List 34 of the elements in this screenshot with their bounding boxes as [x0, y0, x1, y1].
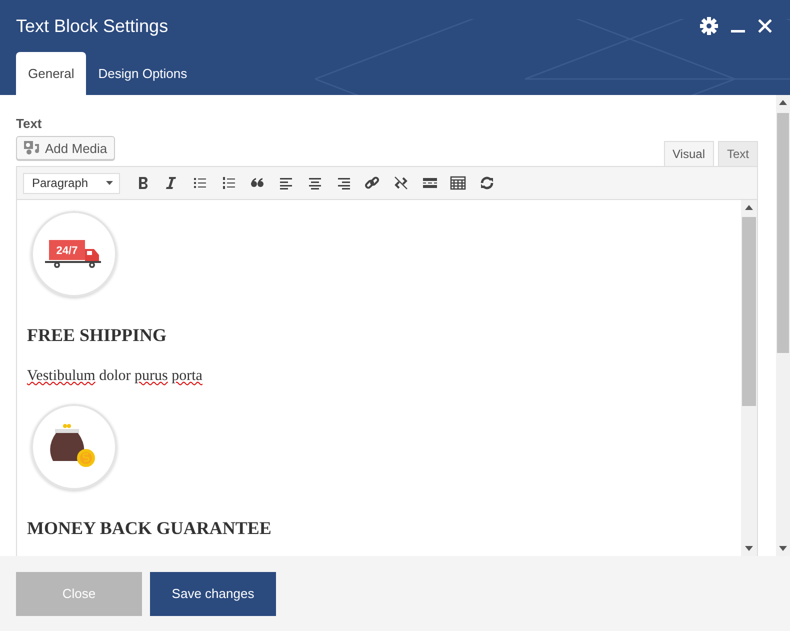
close-icon[interactable] [757, 18, 773, 34]
link-icon[interactable] [364, 175, 380, 191]
scroll-down-icon[interactable] [779, 546, 787, 551]
content-heading: FREE SHIPPING [27, 324, 168, 346]
window-title: Text Block Settings [16, 16, 168, 36]
truck-icon [45, 240, 101, 268]
tab[interactable]: General [16, 52, 86, 95]
unlink-icon[interactable] [392, 175, 409, 191]
save-button[interactable]: Save changes [150, 572, 276, 616]
more-icon[interactable] [422, 175, 438, 191]
scroll-up-icon[interactable] [779, 100, 787, 105]
editor-tab[interactable]: Visual [664, 141, 714, 166]
align-center-icon[interactable] [306, 175, 323, 191]
add-media-button[interactable]: Add Media [16, 136, 116, 160]
scroll-up-icon[interactable] [745, 205, 753, 210]
align-right-icon[interactable] [336, 175, 352, 191]
tab[interactable]: Design Options [86, 52, 200, 95]
content-heading: MONEY BACK GUARANTEE [27, 517, 272, 539]
scroll-down-icon[interactable] [745, 546, 753, 551]
media-icon [24, 141, 40, 155]
page-scrollbar[interactable] [776, 95, 790, 556]
field-label: Text [16, 116, 43, 132]
toolbar-toggle-icon[interactable] [450, 175, 466, 191]
editor-scrollbar[interactable] [741, 200, 757, 556]
editor-tab[interactable]: Text [718, 141, 758, 166]
align-left-icon[interactable] [278, 175, 294, 191]
truck-label: 24/7 [56, 245, 78, 257]
bullet-list-icon[interactable] [192, 175, 208, 191]
caret-icon [106, 181, 113, 185]
settings-icon[interactable] [699, 16, 719, 36]
numbered-list-icon[interactable] [220, 175, 237, 191]
format-select[interactable]: Paragraph [23, 172, 120, 194]
refresh-icon[interactable] [478, 175, 495, 191]
content-paragraph: Vestibulum dolor purus porta [27, 367, 204, 386]
